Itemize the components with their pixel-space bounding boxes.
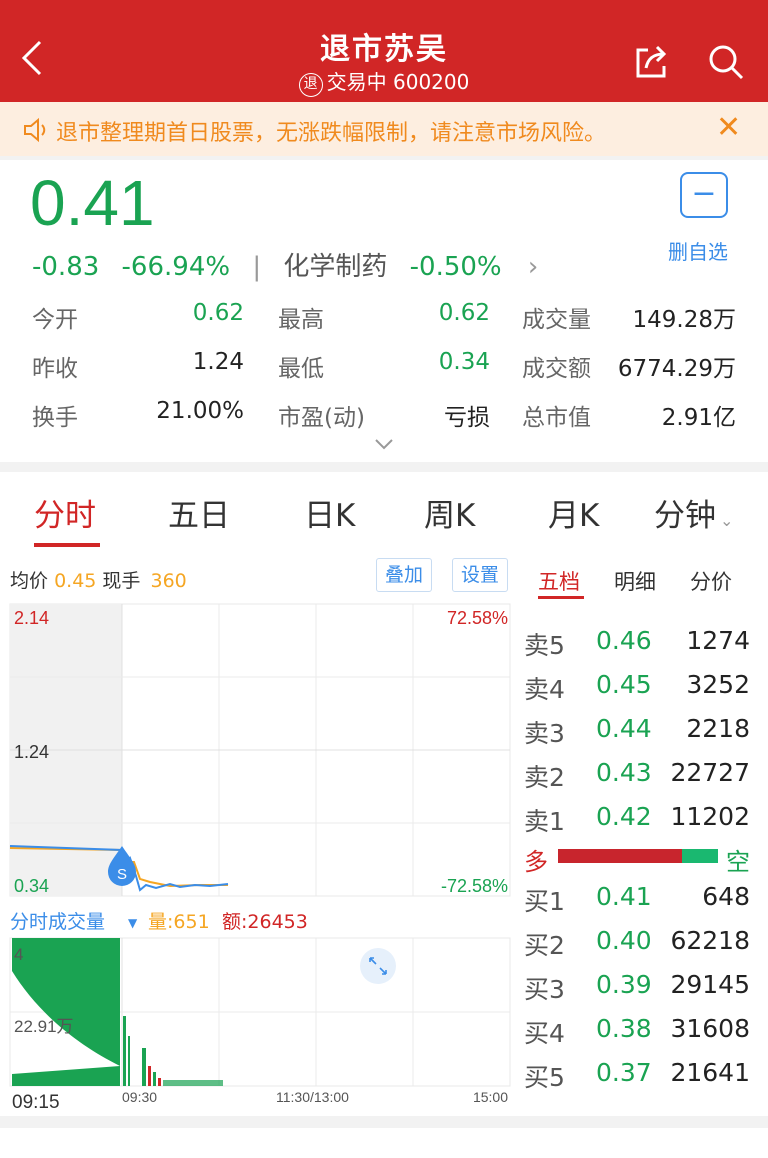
stat-turnover: 成交额 6774.29万 bbox=[522, 356, 736, 382]
y-mid-label: 1.24 bbox=[14, 742, 49, 762]
risk-notice-bar: 退市整理期首日股票，无涨跌幅限制，请注意市场风险。 ✕ bbox=[0, 102, 768, 156]
share-icon[interactable] bbox=[632, 44, 670, 82]
volume-mid-label: 22.91万 bbox=[14, 1017, 74, 1036]
x-label-0930: 09:30 bbox=[122, 1089, 157, 1105]
settings-button[interactable]: 设置 bbox=[452, 558, 509, 592]
bull-label: 多 bbox=[524, 848, 548, 876]
remove-watchlist-label[interactable]: 删自选 bbox=[668, 236, 728, 265]
ask-row-4: 卖4 0.45 3252 bbox=[524, 670, 750, 704]
chart-area: 均价 0.45 现手 360 叠加 设置 S 2.14 1.24 0.34 72… bbox=[0, 556, 768, 1116]
stat-high: 最高 0.62 bbox=[278, 300, 490, 333]
avg-price-line: 均价 0.45 现手 360 bbox=[10, 570, 187, 592]
sector-change-pct[interactable]: -0.50% bbox=[410, 252, 502, 282]
y-min-label: 0.34 bbox=[14, 876, 49, 896]
chevron-down-icon: ⌄ bbox=[720, 511, 734, 530]
app-header: 退市苏吴 退交易中 600200 bbox=[0, 0, 768, 102]
tab-minute[interactable]: 分钟 ⌄ bbox=[654, 490, 733, 535]
close-icon[interactable]: ✕ bbox=[716, 110, 741, 145]
bottom-tab-strip bbox=[0, 1128, 768, 1158]
stat-low: 最低 0.34 bbox=[278, 349, 490, 382]
pct-max-label: 72.58% bbox=[447, 608, 508, 628]
stat-market-cap: 总市值 2.91亿 bbox=[522, 405, 736, 431]
tab-intraday[interactable]: 分时 bbox=[34, 490, 96, 535]
tab-five-levels[interactable]: 五档 bbox=[538, 566, 580, 596]
stat-pe: 市盈(动) 亏损 bbox=[278, 405, 490, 431]
x-label-close: 15:00 bbox=[473, 1089, 508, 1105]
chevron-right-icon[interactable]: › bbox=[528, 252, 538, 282]
tab-monthly-k[interactable]: 月K bbox=[548, 490, 599, 535]
tab-weekly-k[interactable]: 周K bbox=[424, 490, 475, 535]
remove-watchlist-button[interactable]: − bbox=[680, 172, 728, 218]
change-row: -0.83 -66.94% | 化学制药 -0.50% › bbox=[32, 246, 552, 283]
bid-row-5: 买5 0.37 21641 bbox=[524, 1058, 750, 1092]
price-change-pct: -66.94% bbox=[121, 252, 231, 282]
quote-panel: 0.41 -0.83 -66.94% | 化学制药 -0.50% › − 删自选… bbox=[0, 160, 768, 462]
volume-max-label: 4 bbox=[14, 945, 23, 964]
separator: | bbox=[252, 252, 262, 282]
stat-volume: 成交量 149.28万 bbox=[522, 307, 736, 333]
intraday-chart[interactable]: S 2.14 1.24 0.34 72.58% -72.58% 分时成交量 ▼ … bbox=[0, 596, 520, 1126]
trading-status-code: 交易中 600200 bbox=[326, 70, 470, 94]
ask-row-3: 卖3 0.44 2218 bbox=[524, 714, 750, 748]
active-tab-indicator bbox=[34, 543, 100, 547]
tab-five-day[interactable]: 五日 bbox=[168, 490, 230, 535]
stat-turnover-rate: 换手 21.00% bbox=[32, 398, 244, 431]
svg-text:S: S bbox=[117, 866, 127, 883]
period-tabs: 分时 五日 日K 周K 月K 分钟 ⌄ bbox=[0, 472, 768, 556]
bid-row-2: 买2 0.40 62218 bbox=[524, 926, 750, 960]
ask-row-2: 卖2 0.43 22727 bbox=[524, 758, 750, 792]
speaker-icon bbox=[22, 116, 50, 144]
tab-detail[interactable]: 明细 bbox=[614, 566, 656, 596]
bear-label: 空 bbox=[726, 848, 750, 876]
bid-row-4: 买4 0.38 31608 bbox=[524, 1014, 750, 1048]
last-price: 0.41 bbox=[30, 167, 155, 239]
bull-ratio-bar bbox=[558, 849, 682, 863]
volume-title: 分时成交量 bbox=[10, 911, 105, 933]
tab-daily-k[interactable]: 日K bbox=[304, 490, 355, 535]
y-max-label: 2.14 bbox=[14, 608, 49, 628]
volume-amount: 额:26453 bbox=[222, 911, 308, 933]
chevron-down-icon[interactable] bbox=[374, 436, 394, 450]
stat-prev-close: 昨收 1.24 bbox=[32, 349, 244, 382]
volume-qty: 量:651 bbox=[148, 911, 210, 933]
bear-ratio-bar bbox=[682, 849, 718, 863]
search-icon[interactable] bbox=[706, 42, 746, 82]
fullscreen-icon[interactable] bbox=[360, 948, 396, 984]
overlay-button[interactable]: 叠加 bbox=[376, 558, 433, 592]
sector-name[interactable]: 化学制药 bbox=[283, 252, 387, 282]
stat-open: 今开 0.62 bbox=[32, 300, 244, 333]
x-label-midday: 11:30/13:00 bbox=[276, 1089, 349, 1105]
notice-text: 退市整理期首日股票，无涨跌幅限制，请注意市场风险。 bbox=[56, 121, 607, 146]
volume-dropdown-icon: ▼ bbox=[128, 916, 138, 930]
delisting-badge: 退 bbox=[298, 73, 323, 97]
pct-min-label: -72.58% bbox=[441, 876, 508, 896]
orderbook-tab-indicator bbox=[538, 596, 584, 599]
ask-row-1: 卖1 0.42 11202 bbox=[524, 802, 750, 836]
ask-row-5: 卖5 0.46 1274 bbox=[524, 626, 750, 660]
price-change: -0.83 bbox=[32, 252, 100, 282]
x-label-open: 09:15 bbox=[12, 1092, 60, 1113]
tab-price-dist[interactable]: 分价 bbox=[690, 566, 732, 596]
bid-row-1: 买1 0.41 648 bbox=[524, 882, 750, 916]
bid-row-3: 买3 0.39 29145 bbox=[524, 970, 750, 1004]
